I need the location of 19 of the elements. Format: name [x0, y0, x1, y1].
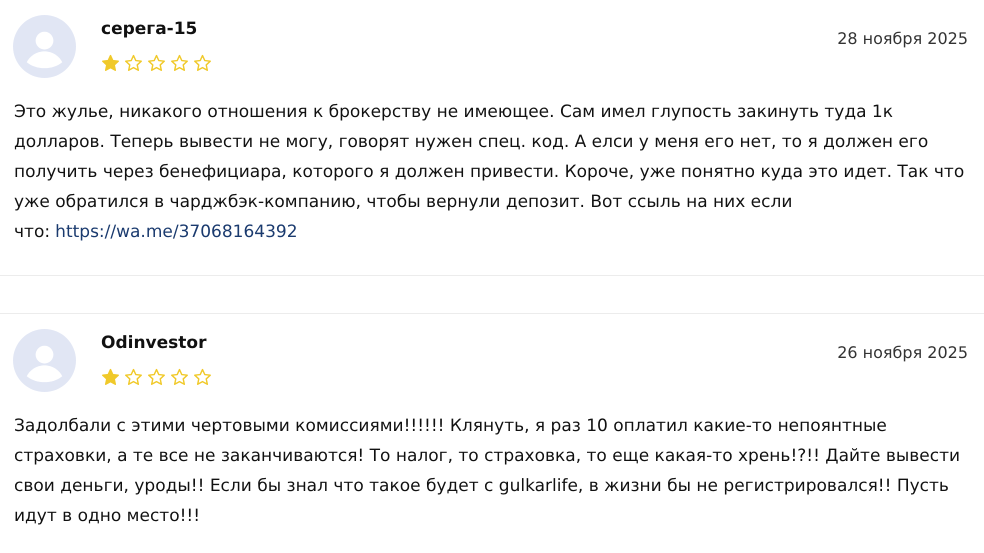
avatar-icon [13, 15, 76, 78]
review-text: Задолбали с этими чертовыми комиссиями!!!!!! Клянуть, я раз 10 оплатил какие-то непоянтные страховки, а те все не заканчиваются! То налог, то страховка, то еще какая-то хрень!?!! Дайте вывести свои деньги, уроды!! Если бы знал что такое будет с gulkarlife, в жизни бы не регистрировался!! Пусть идут в одно место!!! [14, 415, 962, 528]
review-text: Это жулье, никакого отношения к брокерству не имеющее. Сам имел глупость закинуть туда 1к долларов. Теперь вывести не могу, говорят нужен спец. код. А елси у меня его нет, то я должен его получить через бенефициара, которого я должен привести. Короче, уже понятно куда это идет. Так что уже обратился в чарджбэк-компанию, чтобы вернули депозит. Вот ссыль на них если что: https://wa.me/37068164392 [14, 101, 966, 244]
empty-star-icon [170, 54, 189, 73]
empty-star-icon [124, 368, 143, 387]
link[interactable]: https://wa.me/37068164392 [55, 222, 298, 242]
filled-star-icon [101, 54, 120, 73]
empty-star-icon [147, 368, 166, 387]
empty-star-icon [170, 368, 189, 387]
avatar-icon [13, 329, 76, 392]
review-date: 28 ноября 2025 [837, 29, 968, 48]
empty-star-icon [193, 368, 212, 387]
author-name: серега-15 [101, 18, 198, 41]
author-name: Odinvestor [101, 332, 208, 355]
empty-star-icon [124, 54, 143, 73]
filled-star-icon [101, 368, 120, 387]
empty-star-icon [147, 54, 166, 73]
review-date: 26 ноября 2025 [837, 343, 968, 362]
empty-star-icon [193, 54, 212, 73]
